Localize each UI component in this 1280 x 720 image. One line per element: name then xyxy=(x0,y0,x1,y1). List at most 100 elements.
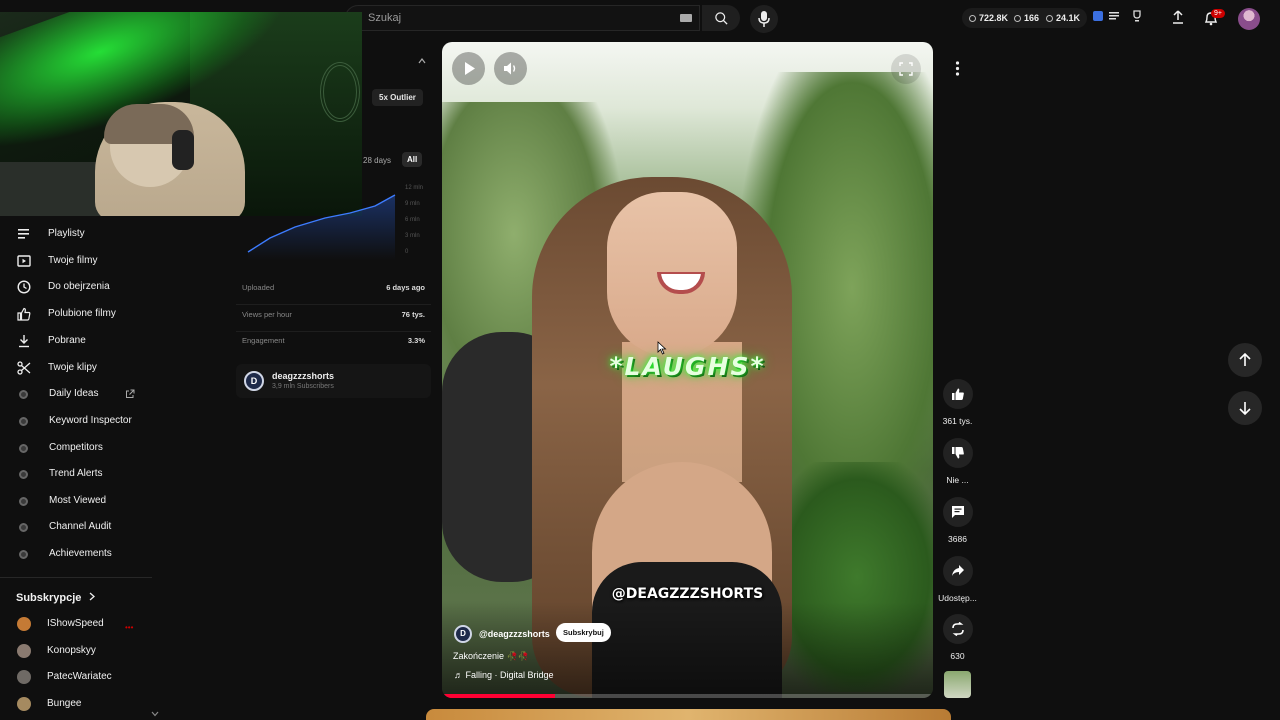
channel-stats-pill[interactable]: 722.8K 166 24.1K xyxy=(962,8,1087,28)
chart-tick: 9 mln xyxy=(405,201,420,207)
thumb-down-icon xyxy=(951,447,964,459)
keyboard-icon[interactable] xyxy=(680,14,692,22)
channel-logo: D xyxy=(244,371,264,391)
music-note-icon: ♬ xyxy=(454,670,466,680)
volume-button[interactable] xyxy=(494,52,527,85)
subscription-patecwariatec[interactable]: PatecWariatec xyxy=(0,664,150,690)
meta-row-views-per-hour: Views per hour 76 tys. xyxy=(236,306,431,332)
channel-subscribers: 3,9 mln Subscribers xyxy=(272,383,334,390)
meta-row-uploaded: Uploaded 6 days ago xyxy=(236,279,431,305)
search-placeholder: Szukaj xyxy=(368,12,402,24)
views-chart-area xyxy=(248,195,395,260)
chevron-right-icon xyxy=(90,592,96,601)
upload-icon[interactable] xyxy=(1172,10,1184,24)
sidebar-item-channel-audit[interactable]: Channel Audit xyxy=(0,514,150,540)
search-button[interactable] xyxy=(702,5,740,31)
live-indicator: ••• xyxy=(125,623,134,632)
video-count-icon xyxy=(1014,15,1021,22)
like-action[interactable]: 361 tys. xyxy=(934,379,981,426)
extension-icon xyxy=(19,497,28,506)
voice-search-button[interactable] xyxy=(750,5,778,33)
external-link-icon xyxy=(126,389,135,398)
channel-avatar xyxy=(17,644,31,658)
remix-button[interactable] xyxy=(942,614,973,644)
comment-count: 3686 xyxy=(948,534,967,544)
eye-icon xyxy=(1046,15,1053,22)
sidebar-item-trend-alerts[interactable]: Trend Alerts xyxy=(0,461,150,487)
chart-tick: 6 mln xyxy=(405,217,420,223)
sidebar-item-achievements[interactable]: Achievements xyxy=(0,541,150,567)
sidebar-item-most-viewed[interactable]: Most Viewed xyxy=(0,488,150,514)
video-watermark: @DEAGZZZSHORTS xyxy=(611,586,764,602)
extension-icon xyxy=(19,523,28,532)
sidebar-item-label: Daily Ideas xyxy=(49,388,99,399)
short-video-player[interactable]: *LAUGHS* @DEAGZZZSHORTS D @deagzzzshorts… xyxy=(442,42,933,698)
video-title[interactable]: Zakończenie 🥀🥀 xyxy=(453,651,529,662)
subscribe-button[interactable]: Subskrybuj xyxy=(556,623,611,642)
remix-count: 630 xyxy=(950,651,965,661)
next-short-preview[interactable] xyxy=(426,709,951,720)
more-vertical-icon xyxy=(955,61,960,76)
fullscreen-button[interactable] xyxy=(891,54,921,84)
sidebar-item-daily-ideas[interactable]: Daily Ideas xyxy=(0,381,150,407)
sidebar-item-label: Trend Alerts xyxy=(49,468,103,479)
comment-icon xyxy=(951,506,964,518)
sidebar-item-pobrane[interactable]: Pobrane xyxy=(0,328,150,354)
video-music[interactable]: ♬ Falling · Digital Bridge xyxy=(454,670,554,680)
share-button[interactable] xyxy=(942,556,973,586)
comments-button[interactable] xyxy=(942,497,973,527)
chevron-up-icon[interactable] xyxy=(418,58,426,64)
chevron-down-icon[interactable] xyxy=(151,711,159,717)
dislike-label: Nie ... xyxy=(946,475,969,485)
progress-bar[interactable] xyxy=(442,694,933,698)
subscription-konopskyy[interactable]: Konopskyy xyxy=(0,638,150,664)
sidebar-item-twoje-klipy[interactable]: Twoje klipy xyxy=(0,355,150,381)
sidebar-item-label: Channel Audit xyxy=(49,521,112,532)
sidebar-item-label: Most Viewed xyxy=(49,495,107,506)
more-options-button[interactable] xyxy=(944,55,971,82)
chart-tick: 0 xyxy=(405,249,409,255)
subscription-label: Bungee xyxy=(47,698,82,709)
thumb-up-icon xyxy=(17,307,31,321)
sidebar-item-polubione-filmy[interactable]: Polubione filmy xyxy=(0,301,150,327)
search-input[interactable]: Szukaj xyxy=(345,5,700,31)
dislike-button[interactable] xyxy=(942,438,973,468)
previous-short-button[interactable] xyxy=(1228,343,1262,377)
views-stat: 722.8K xyxy=(969,13,1008,23)
sound-thumbnail[interactable] xyxy=(944,671,971,698)
progress-bar-fill xyxy=(442,694,555,698)
next-short-button[interactable] xyxy=(1228,391,1262,425)
extension-badge-icon[interactable] xyxy=(1092,10,1104,22)
dislike-action[interactable]: Nie ... xyxy=(934,438,981,485)
like-button[interactable] xyxy=(942,379,973,409)
comments-action[interactable]: 3686 xyxy=(934,497,981,544)
like-count: 361 tys. xyxy=(942,416,973,426)
sidebar-item-label: Polubione filmy xyxy=(48,308,116,319)
views-chart xyxy=(247,194,396,260)
subscription-bungee[interactable]: Bungee xyxy=(0,691,150,717)
remix-action[interactable]: 630 xyxy=(934,614,981,661)
play-icon xyxy=(465,62,475,75)
sidebar-item-keyword-inspector[interactable]: Keyword Inspector xyxy=(0,408,150,434)
sidebar-item-playlisty[interactable]: Playlisty xyxy=(0,221,150,247)
trophy-icon[interactable] xyxy=(1131,10,1143,22)
sidebar-item-competitors[interactable]: Competitors xyxy=(0,435,150,461)
range-28-days-tab[interactable]: 28 days xyxy=(363,156,391,165)
channel-card[interactable]: D deagzzzshorts 3,9 mln Subscribers xyxy=(236,364,431,398)
subscriptions-heading[interactable]: Subskrypcje xyxy=(16,592,96,604)
download-icon xyxy=(19,335,29,348)
sidebar-item-twoje-filmy[interactable]: Twoje filmy xyxy=(0,248,150,274)
play-button[interactable] xyxy=(452,52,485,85)
videos-stat: 166 xyxy=(1014,13,1039,23)
video-channel-logo[interactable]: D xyxy=(454,625,472,643)
sidebar-item-label: Twoje filmy xyxy=(48,255,98,266)
share-action[interactable]: Udostęp... xyxy=(934,556,981,603)
avatar[interactable] xyxy=(1238,8,1260,30)
chart-tick: 3 mln xyxy=(405,233,420,239)
video-channel-name[interactable]: @deagzzzshorts xyxy=(479,629,550,639)
sidebar-item-do-obejrzenia[interactable]: Do obejrzenia xyxy=(0,274,150,300)
list-tool-icon[interactable] xyxy=(1108,10,1120,22)
sidebar-item-label: Achievements xyxy=(49,548,112,559)
range-all-tab[interactable]: All xyxy=(402,152,423,167)
sidebar-item-label: Playlisty xyxy=(48,228,85,239)
